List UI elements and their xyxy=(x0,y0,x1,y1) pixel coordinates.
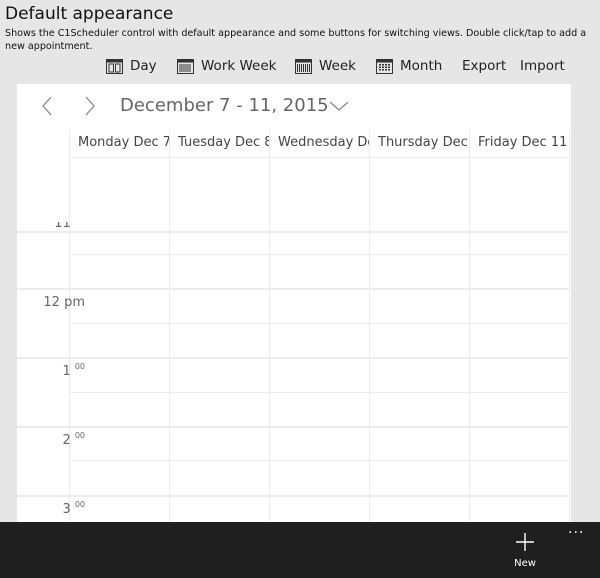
time-label-hour: 2 xyxy=(62,433,71,448)
app-bar: New ... xyxy=(0,522,600,578)
day-header-tuesday[interactable]: Tuesday Dec 8 xyxy=(169,130,269,157)
work-week-view-label: Work Week xyxy=(201,58,277,74)
grid-column-divider xyxy=(369,130,370,522)
day-view-button[interactable]: Day xyxy=(106,55,157,77)
time-label-minutes: 00 xyxy=(75,222,85,223)
new-appointment-button[interactable]: New xyxy=(505,528,545,574)
month-view-label: Month xyxy=(400,58,443,74)
time-label-minutes: 00 xyxy=(74,362,85,371)
scheduler-panel: December 7 - 11, 2015 Monday Dec 7 Tuesd… xyxy=(17,84,571,522)
time-label-hour: 3 xyxy=(62,502,71,517)
chevron-right-icon[interactable] xyxy=(79,94,101,118)
time-label-minutes: 00 xyxy=(74,500,85,509)
time-label-11: 11 00 xyxy=(54,222,85,231)
import-label: Import xyxy=(520,58,565,74)
work-week-view-icon xyxy=(177,58,194,74)
date-range-label[interactable]: December 7 - 11, 2015 xyxy=(120,95,329,116)
hour-line xyxy=(17,288,570,290)
hour-line xyxy=(17,426,570,428)
chevron-down-icon[interactable] xyxy=(327,96,351,116)
grid-column-divider xyxy=(169,130,170,522)
half-hour-line xyxy=(69,392,570,393)
hour-line xyxy=(17,357,570,359)
time-label-12pm: 12 pm xyxy=(43,295,85,310)
half-hour-line xyxy=(69,323,570,324)
grid-column-divider xyxy=(269,130,270,522)
import-button[interactable]: Import xyxy=(520,55,565,77)
week-view-label: Week xyxy=(319,58,356,74)
day-view-icon xyxy=(106,58,123,74)
hour-line xyxy=(17,231,570,233)
chevron-left-icon[interactable] xyxy=(37,94,59,118)
half-hour-line xyxy=(69,254,570,255)
week-view-icon xyxy=(295,58,312,74)
grid-column-divider xyxy=(469,130,470,522)
day-header-thursday[interactable]: Thursday Dec 1 xyxy=(369,130,469,157)
time-label-hour: 11 xyxy=(54,222,71,231)
time-label-minutes: 00 xyxy=(74,431,85,440)
time-label-hour: 12 pm xyxy=(43,295,85,310)
time-label-hour: 1 xyxy=(62,364,71,379)
grid-column-divider xyxy=(569,130,570,522)
page-title: Default appearance xyxy=(5,4,174,24)
export-button[interactable]: Export xyxy=(462,55,506,77)
month-view-button[interactable]: Month xyxy=(376,55,442,77)
day-header-monday[interactable]: Monday Dec 7 xyxy=(69,130,169,157)
week-view-button[interactable]: Week xyxy=(295,55,356,77)
all-day-divider xyxy=(69,157,570,158)
hour-line xyxy=(17,495,570,497)
day-header-wednesday[interactable]: Wednesday De xyxy=(269,130,369,157)
half-hour-line xyxy=(69,460,570,461)
grid-column-divider xyxy=(69,130,70,522)
plus-icon xyxy=(516,533,534,551)
time-label-2: 2 00 xyxy=(62,431,85,448)
work-week-view-button[interactable]: Work Week xyxy=(177,55,276,77)
more-icon[interactable]: ... xyxy=(568,522,588,538)
day-header-friday[interactable]: Friday Dec 11 xyxy=(469,130,569,157)
time-label-3: 3 00 xyxy=(62,500,85,517)
page-description: Shows the C1Scheduler control with defau… xyxy=(5,28,587,52)
export-label: Export xyxy=(462,58,507,74)
new-label: New xyxy=(514,558,536,569)
month-view-icon xyxy=(376,58,393,74)
time-label-1: 1 00 xyxy=(62,362,85,379)
day-view-label: Day xyxy=(130,58,157,74)
